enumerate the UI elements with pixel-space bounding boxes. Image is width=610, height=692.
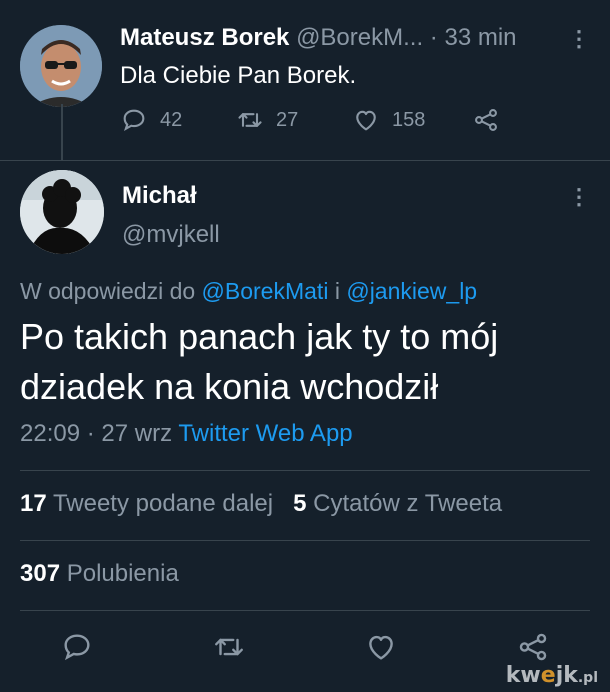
retweet-count: 27 [276, 108, 299, 131]
tweet-date[interactable]: 27 wrz [101, 420, 172, 447]
parent-tweet-actions: 42 27 158 [120, 106, 512, 134]
share-button[interactable] [472, 106, 512, 134]
reply-author-name[interactable]: Michał [122, 182, 197, 210]
quotes-stat[interactable]: 5 Cytatów z Tweeta [293, 490, 502, 517]
share-icon [475, 109, 497, 131]
parent-author-name[interactable]: Mateusz Borek [120, 24, 289, 51]
like-count: 158 [392, 108, 426, 131]
parent-tweet[interactable]: Mateusz Borek @BorekM... · 33 min ⋮ Dla … [0, 0, 610, 160]
likes-count: 307 [20, 560, 61, 587]
quotes-label: Cytatów z Tweeta [313, 490, 503, 517]
likes-label: Polubienia [66, 560, 179, 587]
quotes-count: 5 [293, 490, 307, 517]
parent-author-handle[interactable]: @BorekM... [296, 24, 423, 51]
comment-icon [123, 109, 145, 131]
mention-link[interactable]: @jankiew_lp [346, 278, 477, 304]
retweet-icon [215, 638, 243, 656]
heart-icon [369, 635, 393, 660]
meta-separator: · [86, 420, 95, 447]
heart-icon [356, 110, 376, 131]
tweet-source-link[interactable]: Twitter Web App [178, 420, 352, 447]
parent-avatar[interactable] [20, 25, 102, 107]
reply-to-conjunction: i [334, 278, 340, 304]
divider [20, 540, 590, 541]
reply-to-prefix: W odpowiedzi do [20, 278, 196, 304]
header-separator: · [429, 24, 438, 51]
tweet-meta: 22:09 · 27 wrz Twitter Web App [20, 420, 353, 448]
mention-link[interactable]: @BorekMati [202, 278, 329, 304]
likes-stat[interactable]: 307 Polubienia [20, 560, 179, 588]
reply-avatar[interactable] [20, 170, 104, 254]
comment-icon [64, 634, 90, 661]
parent-tweet-header: Mateusz Borek @BorekM... · 33 min [120, 24, 517, 52]
reply-button[interactable]: 42 [120, 106, 236, 134]
like-button[interactable] [364, 630, 398, 664]
retweets-label: Tweety podane dalej [52, 490, 274, 517]
like-button[interactable]: 158 [352, 106, 472, 134]
more-dots-icon[interactable]: ⋮ [568, 26, 590, 52]
reply-to-line: W odpowiedzi do @BorekMati i @jankiew_lp [20, 278, 477, 305]
share-icon [519, 633, 547, 661]
tweet-time[interactable]: 22:09 [20, 420, 80, 447]
retweets-count: 17 [20, 490, 47, 517]
more-dots-icon[interactable]: ⋮ [568, 184, 590, 210]
retweet-icon [238, 113, 262, 127]
share-button[interactable] [516, 630, 550, 664]
reply-author-handle[interactable]: @mvjkell [122, 221, 220, 249]
divider [0, 160, 610, 161]
parent-tweet-text: Dla Ciebie Pan Borek. [120, 62, 357, 89]
reply-tweet-text: Po takich panach jak ty to mój dziadek n… [20, 316, 499, 407]
retweet-button[interactable] [212, 630, 246, 664]
reply-button[interactable] [60, 630, 94, 664]
thread-connector-line [61, 104, 63, 160]
engagement-stats: 17 Tweety podane dalej 5 Cytatów z Tweet… [20, 490, 502, 518]
parent-tweet-time[interactable]: 33 min [444, 24, 516, 51]
retweet-button[interactable]: 27 [236, 106, 352, 134]
divider [20, 610, 590, 611]
retweets-stat[interactable]: 17 Tweety podane dalej [20, 490, 280, 517]
reply-count: 42 [160, 108, 183, 131]
divider [20, 470, 590, 471]
kwejk-watermark: kwejk.pl [505, 663, 598, 688]
